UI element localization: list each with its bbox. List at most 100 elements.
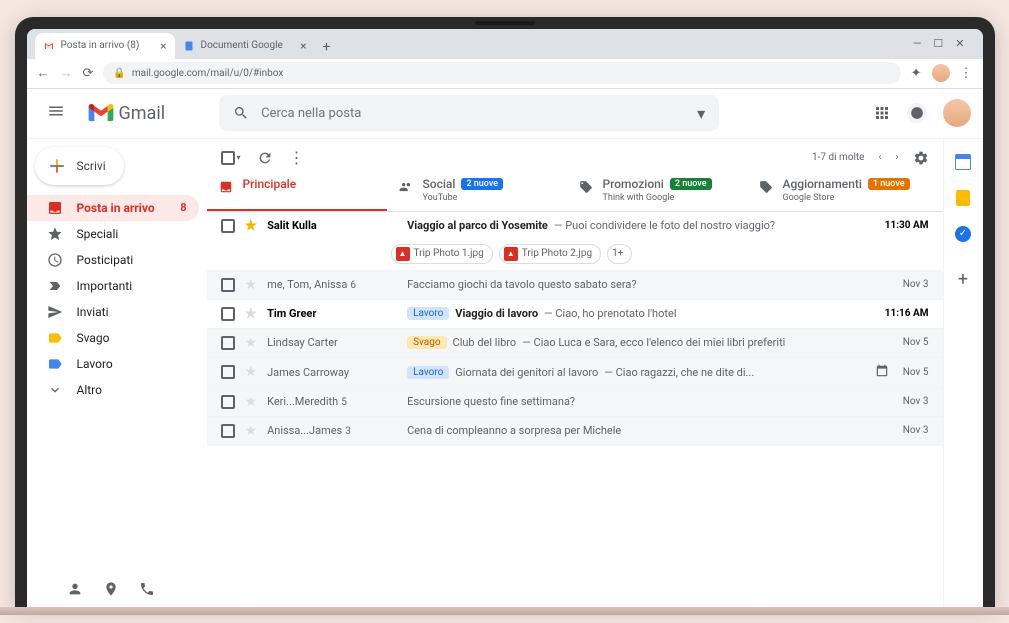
email-checkbox[interactable] (221, 395, 235, 409)
email-time: 11:30 AM (885, 220, 929, 231)
chevron-down-icon[interactable]: ▾ (237, 153, 241, 162)
reload-button[interactable]: ⟳ (83, 66, 94, 81)
phone-icon[interactable] (139, 581, 155, 597)
minimize-button[interactable]: — (913, 37, 922, 50)
main-menu-button[interactable] (39, 94, 73, 132)
sidebar-item-count: 8 (180, 201, 186, 214)
next-page-button[interactable]: › (895, 152, 898, 163)
search-input[interactable] (261, 106, 685, 121)
star-icon (47, 226, 63, 242)
location-icon[interactable] (103, 581, 119, 597)
notifications-icon[interactable] (907, 103, 927, 123)
email-subject: Facciamo giochi da tavolo questo sabato … (407, 278, 637, 291)
sidebar-item-altro[interactable]: Altro (27, 377, 199, 403)
screen: Posta in arrivo (8) × Documenti Google ×… (27, 29, 983, 607)
keep-app-icon[interactable] (954, 189, 972, 207)
more-button[interactable]: ⋮ (289, 148, 305, 167)
prev-page-button[interactable]: ‹ (878, 152, 881, 163)
calendar-app-icon[interactable] (954, 153, 972, 171)
search-options-icon[interactable]: ▾ (697, 104, 705, 123)
email-snippet: Ciao Luca e Sara, ecco l'elenco dei miei… (522, 336, 785, 349)
category-tab-aggiornamenti[interactable]: Aggiornamenti 1 nuove Google Store (747, 177, 927, 211)
email-checkbox[interactable] (221, 336, 235, 350)
tag-icon (47, 356, 63, 372)
star-icon[interactable]: ★ (245, 423, 258, 439)
category-tab-principale[interactable]: Principale (207, 177, 387, 211)
browser-menu-icon[interactable]: ⋮ (960, 66, 973, 81)
attachment-more[interactable]: 1+ (607, 244, 632, 264)
apps-icon[interactable] (873, 104, 891, 122)
email-snippet: Ciao ragazzi, che ne dite di... (604, 366, 754, 379)
person-icon[interactable] (67, 581, 83, 597)
category-label: Promozioni (603, 177, 664, 191)
select-all[interactable]: ▾ (221, 151, 241, 165)
tasks-app-icon[interactable]: ✓ (954, 225, 972, 243)
search-box[interactable]: ▾ (219, 95, 719, 131)
email-checkbox[interactable] (221, 219, 235, 233)
attachment-chip[interactable]: ▲Trip Photo 2.jpg (499, 244, 601, 264)
email-checkbox[interactable] (221, 365, 235, 379)
sidebar-item-importanti[interactable]: Importanti (27, 273, 199, 299)
sidebar-item-posta-in-arrivo[interactable]: Posta in arrivo 8 (27, 195, 199, 221)
sidebar-item-posticipati[interactable]: Posticipati (27, 247, 199, 273)
email-row[interactable]: ★ Keri...Meredith5 Escursione questo fin… (207, 388, 943, 417)
email-row[interactable]: ★ me, Tom, Anissa6 Facciamo giochi da ta… (207, 271, 943, 300)
browser-tab-inactive[interactable]: Documenti Google × (175, 33, 315, 59)
sidebar-item-speciali[interactable]: Speciali (27, 221, 199, 247)
category-tab-social[interactable]: Social 2 nuove YouTube (387, 177, 567, 211)
email-checkbox[interactable] (221, 424, 235, 438)
star-icon[interactable]: ★ (245, 218, 258, 234)
account-avatar[interactable] (943, 99, 971, 127)
email-row[interactable]: ★ Salit Kulla Viaggio al parco di Yosemi… (207, 212, 943, 240)
category-badge: 1 nuove (868, 178, 910, 190)
email-checkbox[interactable] (221, 278, 235, 292)
refresh-button[interactable] (257, 150, 273, 166)
inbox-icon (47, 200, 63, 216)
email-row[interactable]: ★ Tim Greer Lavoro Viaggio di lavoro Cia… (207, 300, 943, 329)
header-actions (873, 99, 971, 127)
add-app-icon[interactable]: + (954, 271, 972, 289)
email-content: Lavoro Giornata dei genitori al lavoro C… (407, 366, 865, 379)
email-row[interactable]: ★ Anissa...James3 Cena di compleanno a s… (207, 417, 943, 446)
close-window-button[interactable]: ✕ (955, 37, 964, 50)
sidebar-item-label: Posticipati (77, 253, 134, 267)
browser-actions: ✦ ⋮ (911, 64, 973, 82)
star-icon[interactable]: ★ (245, 306, 258, 322)
email-row[interactable]: ★ James Carroway Lavoro Giornata dei gen… (207, 358, 943, 388)
tag-icon (579, 179, 593, 198)
back-button[interactable]: ← (37, 65, 50, 81)
forward-button[interactable]: → (60, 65, 73, 81)
email-checkbox[interactable] (221, 307, 235, 321)
sidebar-item-label: Speciali (77, 227, 119, 241)
email-content: Viaggio al parco di Yosemite Puoi condiv… (407, 219, 875, 232)
extensions-icon[interactable]: ✦ (911, 66, 922, 81)
attachment-name: Trip Photo 1.jpg (414, 248, 484, 259)
close-icon[interactable]: × (300, 39, 306, 53)
sidebar-item-inviati[interactable]: Inviati (27, 299, 199, 325)
close-icon[interactable]: × (160, 39, 166, 53)
gmail-logo-icon (87, 103, 115, 123)
star-icon[interactable]: ★ (245, 364, 258, 380)
browser-profile-avatar[interactable] (932, 64, 950, 82)
settings-icon[interactable] (913, 150, 929, 166)
gmail-logo[interactable]: Gmail (87, 103, 166, 124)
sidebar-item-svago[interactable]: Svago (27, 325, 199, 351)
category-tab-promozioni[interactable]: Promozioni 2 nuove Think with Google (567, 177, 747, 211)
new-tab-button[interactable]: + (315, 35, 339, 59)
star-icon[interactable]: ★ (245, 394, 258, 410)
category-label: Social (423, 177, 456, 191)
email-sender: me, Tom, Anissa6 (267, 278, 397, 291)
url-bar[interactable]: 🔒 mail.google.com/mail/u/0/#inbox (103, 62, 900, 84)
browser-tab-active[interactable]: Posta in arrivo (8) × (35, 33, 175, 59)
email-time: Nov 5 (903, 337, 929, 348)
star-icon[interactable]: ★ (245, 277, 258, 293)
compose-button[interactable]: Scrivi (35, 147, 124, 185)
email-row[interactable]: ★ Lindsay Carter Svago Club del libro Ci… (207, 329, 943, 358)
attachment-chip[interactable]: ▲Trip Photo 1.jpg (391, 244, 493, 264)
star-icon[interactable]: ★ (245, 335, 258, 351)
category-subtitle: Google Store (783, 193, 910, 203)
maximize-button[interactable]: ☐ (933, 37, 943, 50)
category-label: Principale (243, 177, 297, 191)
email-label: Lavoro (407, 366, 449, 379)
sidebar-item-lavoro[interactable]: Lavoro (27, 351, 199, 377)
